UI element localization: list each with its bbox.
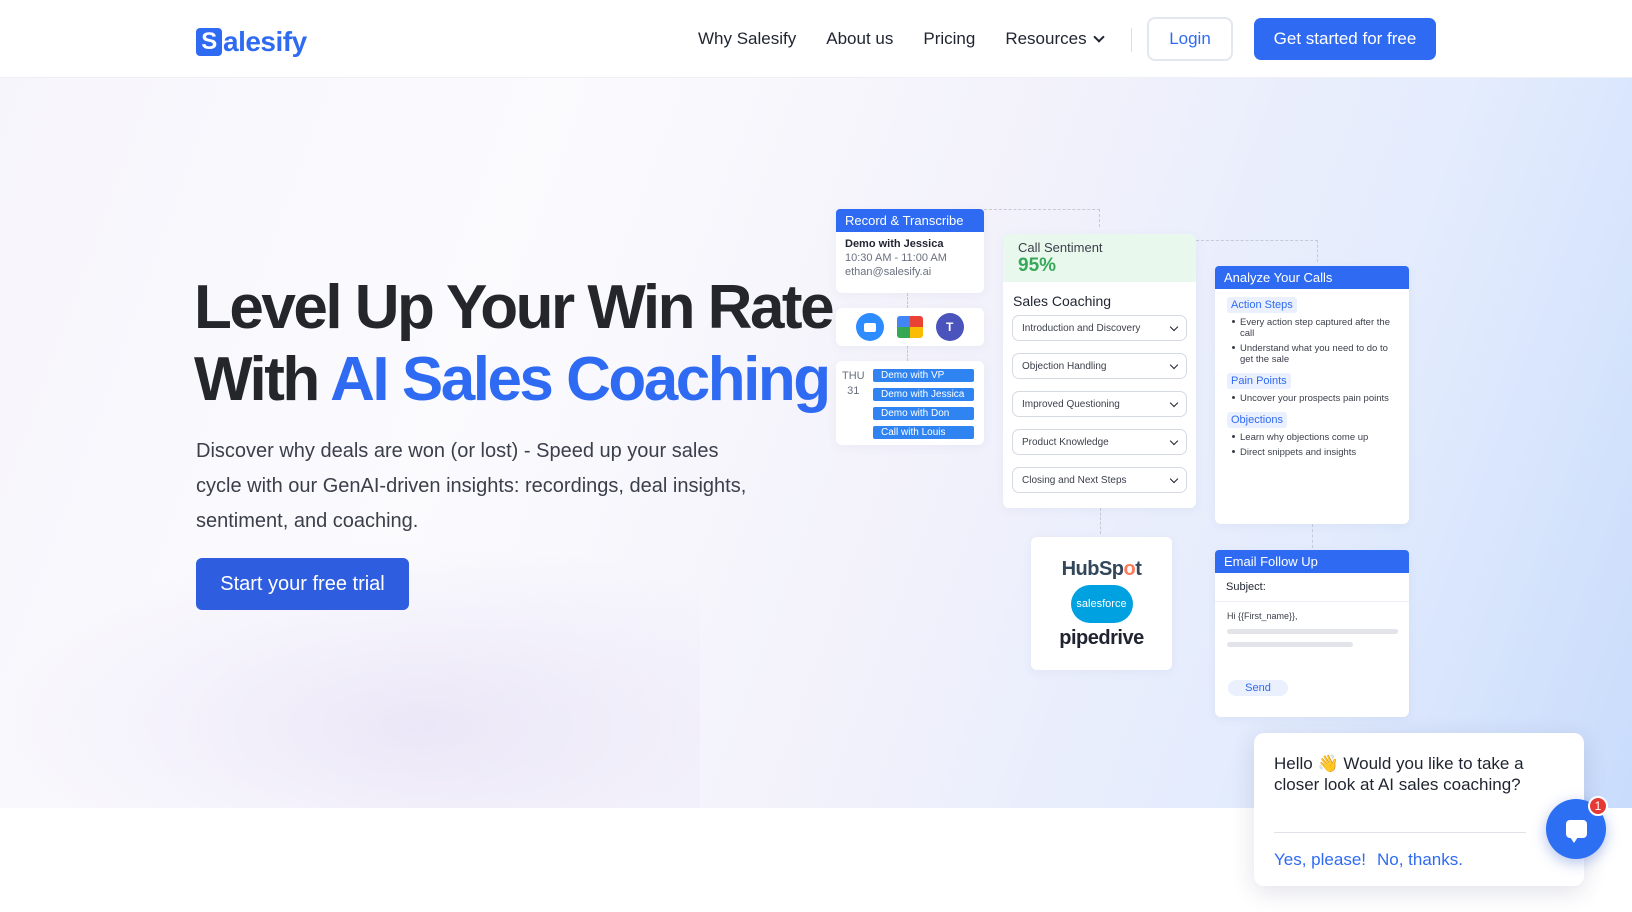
nav-links: Why Salesify About us Pricing Resources (698, 29, 1133, 49)
logo-mark: S (196, 28, 222, 56)
connector-line (907, 346, 908, 361)
hubspot-text-o: o (1123, 557, 1136, 580)
chat-notification-badge: 1 (1588, 796, 1608, 816)
get-started-button[interactable]: Get started for free (1254, 18, 1436, 60)
connector-line (1196, 240, 1318, 262)
meeting-time: 10:30 AM - 11:00 AM (845, 252, 947, 264)
email-send-button: Send (1228, 680, 1288, 696)
connector-line (1312, 524, 1313, 548)
nav-why-salesify[interactable]: Why Salesify (698, 29, 796, 49)
hero-title: Level Up Your Win Rate With AI Sales Coa… (194, 272, 835, 416)
chevron-down-icon (1169, 436, 1179, 445)
email-line-placeholder (1227, 629, 1398, 634)
analyze-bullet: Uncover your prospects pain points (1215, 389, 1409, 404)
hero-title-accent: AI Sales Coaching (330, 345, 831, 414)
coaching-item-label: Objection Handling (1022, 360, 1107, 372)
analyze-bullet: Every action step captured after the cal… (1215, 313, 1409, 339)
hero-title-line2: With AI Sales Coaching (194, 344, 832, 416)
calendar-event: Demo with VP (873, 369, 974, 382)
google-meet-icon (896, 316, 923, 338)
coaching-item: Improved Questioning (1012, 391, 1187, 417)
email-follow-up-card: Email Follow Up Subject: Hi {{First_name… (1215, 550, 1409, 717)
analyze-calls-card: Analyze Your Calls Action Steps Every ac… (1215, 266, 1409, 524)
analyze-bullet: Learn why objections come up (1215, 428, 1409, 443)
start-free-trial-button[interactable]: Start your free trial (196, 558, 409, 610)
nav-about-us[interactable]: About us (826, 29, 893, 49)
call-sentiment: Call Sentiment 95% (1003, 234, 1196, 282)
record-transcribe-card: Record & Transcribe Demo with Jessica 10… (836, 209, 984, 293)
chat-bubble-icon (1565, 820, 1587, 843)
analyze-tag: Pain Points (1227, 373, 1291, 389)
calendar-event: Demo with Don (873, 407, 974, 420)
calendar-event: Demo with Jessica (873, 388, 974, 401)
waving-hand-icon: 👋 (1317, 754, 1339, 773)
meeting-apps-card: T (836, 308, 984, 346)
hero-subtitle: Discover why deals are won (or lost) - S… (196, 440, 747, 532)
email-line-placeholder (1227, 642, 1353, 647)
hero-title-line1: Level Up Your Win Rate (194, 273, 835, 342)
chat-message: Hello 👋 Would you like to take a closer … (1274, 753, 1534, 795)
connector-line (1100, 508, 1101, 534)
hubspot-logo: HubSpot (1062, 558, 1142, 581)
login-button[interactable]: Login (1147, 17, 1233, 61)
analyze-bullet: Direct snippets and insights (1215, 443, 1409, 458)
chevron-down-icon (1169, 360, 1179, 369)
coaching-item: Introduction and Discovery (1012, 315, 1187, 341)
coaching-item: Closing and Next Steps (1012, 467, 1187, 493)
sentiment-coaching-card: Call Sentiment 95% Sales Coaching Introd… (1003, 234, 1196, 508)
salesify-logo[interactable]: Salesify (196, 26, 307, 58)
top-nav: Salesify Why Salesify About us Pricing R… (0, 0, 1632, 78)
connector-line (907, 293, 908, 308)
zoom-icon (856, 313, 885, 341)
teams-icon: T (935, 313, 964, 341)
calendar-event: Call with Louis (873, 426, 974, 439)
nav-resources[interactable]: Resources (1005, 29, 1105, 49)
coaching-item-label: Improved Questioning (1022, 398, 1120, 410)
record-card-title: Record & Transcribe (836, 209, 984, 232)
email-greeting: Hi {{First_name}}, (1227, 611, 1298, 621)
analyze-tag: Objections (1227, 412, 1287, 428)
chevron-down-icon (1092, 31, 1105, 43)
hero-title-plain: With (194, 345, 320, 414)
calendar-date: 31 (847, 385, 860, 397)
email-card-title: Email Follow Up (1215, 550, 1409, 573)
nav-divider (1131, 28, 1132, 52)
calendar-card: THU 31 Demo with VP Demo with Jessica De… (836, 361, 984, 445)
sentiment-value: 95% (1018, 255, 1057, 276)
hubspot-text-b: t (1135, 557, 1142, 580)
chevron-down-icon (1169, 322, 1179, 331)
sales-coaching-title: Sales Coaching (1013, 293, 1112, 309)
hubspot-text-a: HubSp (1061, 557, 1124, 580)
coaching-item-label: Product Knowledge (1022, 436, 1109, 448)
analyze-tag: Action Steps (1227, 297, 1297, 313)
email-subject: Subject: (1215, 573, 1409, 602)
connector-line (984, 209, 1100, 227)
coaching-item: Objection Handling (1012, 353, 1187, 379)
chat-popup: Hello 👋 Would you like to take a closer … (1254, 733, 1584, 886)
coaching-item-label: Introduction and Discovery (1022, 322, 1141, 334)
chevron-down-icon (1169, 398, 1179, 407)
pipedrive-logo: pipedrive (1059, 626, 1144, 649)
analyze-bullet: Understand what you need to do to get th… (1215, 339, 1409, 365)
meeting-title: Demo with Jessica (845, 238, 944, 250)
meeting-email: ethan@salesify.ai (845, 266, 932, 278)
analyze-card-title: Analyze Your Calls (1215, 266, 1409, 289)
crm-integrations-card: HubSpot salesforce pipedrive (1031, 537, 1172, 670)
calendar-weekday: THU (842, 370, 865, 382)
chat-hello: Hello (1274, 754, 1313, 773)
sentiment-label: Call Sentiment (1018, 240, 1103, 255)
chevron-down-icon (1169, 474, 1179, 483)
calendar-day: THU 31 (842, 369, 865, 399)
nav-resources-label: Resources (1005, 29, 1087, 48)
coaching-item: Product Knowledge (1012, 429, 1187, 455)
chat-no-button[interactable]: No, thanks. (1377, 850, 1463, 870)
chat-divider (1274, 832, 1526, 833)
nav-pricing[interactable]: Pricing (923, 29, 975, 49)
coaching-item-label: Closing and Next Steps (1022, 474, 1127, 486)
salesforce-logo: salesforce (1070, 584, 1133, 623)
logo-text: alesify (223, 26, 307, 57)
chat-yes-button[interactable]: Yes, please! (1274, 850, 1366, 870)
